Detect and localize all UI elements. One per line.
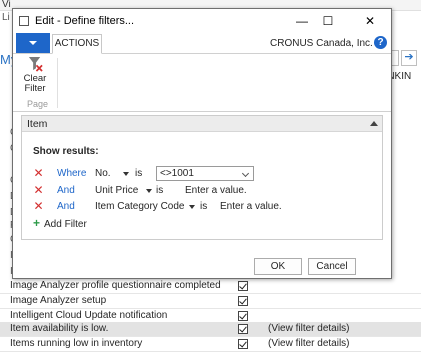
- enabled-checkbox[interactable]: [238, 339, 248, 349]
- table-row[interactable]: Image Analyzer profile questionnaire com…: [0, 279, 421, 294]
- filter-operator: And: [57, 185, 75, 196]
- ribbon-separator: [57, 58, 58, 108]
- dialog-title: Edit - Define filters...: [35, 15, 135, 27]
- filter-value-input[interactable]: <>1001: [156, 166, 254, 181]
- view-filter-details-link[interactable]: (View filter details): [268, 323, 350, 334]
- clear-filter-icon: [28, 56, 43, 72]
- table-row[interactable]: Items running low in inventory (View fil…: [0, 337, 421, 352]
- filter-field-select[interactable]: Item Category Code: [95, 201, 185, 212]
- filter-row: ✕ Where No. is <>1001: [22, 166, 382, 183]
- row-name: Item availability is low.: [10, 323, 109, 334]
- tab-actions[interactable]: ACTIONS: [52, 34, 102, 54]
- show-results-label: Show results:: [33, 146, 99, 157]
- chevron-down-icon[interactable]: [241, 169, 250, 178]
- filter-row: ✕ And Item Category Code is Enter a valu…: [22, 200, 382, 216]
- maximize-icon[interactable]: ☐: [315, 11, 341, 31]
- filter-value-placeholder[interactable]: Enter a value.: [220, 201, 282, 212]
- app-icon: [19, 16, 29, 26]
- chevron-down-icon[interactable]: [123, 172, 129, 176]
- row-name: Image Analyzer profile questionnaire com…: [10, 280, 221, 291]
- filter-operator: Where: [57, 168, 87, 179]
- clear-filter-label-line2: Filter: [24, 83, 46, 94]
- table-row[interactable]: Image Analyzer setup: [0, 294, 421, 309]
- minimize-icon[interactable]: —: [289, 11, 315, 31]
- clear-filter-button[interactable]: Clear Filter: [19, 56, 51, 96]
- enabled-checkbox[interactable]: [238, 296, 248, 306]
- row-name: Image Analyzer setup: [10, 295, 107, 306]
- remove-filter-icon[interactable]: ✕: [33, 200, 44, 212]
- enabled-checkbox[interactable]: [238, 281, 248, 291]
- panel-title: Item: [27, 118, 48, 130]
- add-filter-label: Add Filter: [44, 219, 87, 230]
- filter-is-label: is: [135, 168, 143, 179]
- filter-operator: And: [57, 201, 75, 212]
- collapse-icon[interactable]: [370, 121, 378, 126]
- filter-row: ✕ And Unit Price is Enter a value.: [22, 184, 382, 200]
- toolbar-fragment: Vi: [2, 0, 11, 10]
- panel-header[interactable]: Item: [22, 116, 382, 132]
- view-filter-details-link[interactable]: (View filter details): [268, 338, 350, 349]
- enabled-checkbox[interactable]: [238, 311, 248, 321]
- chevron-down-icon[interactable]: [146, 189, 152, 193]
- chevron-down-icon[interactable]: [189, 205, 195, 209]
- filter-field-select[interactable]: No.: [95, 168, 111, 179]
- filter-panel: Item Show results: ✕ Where No. is <>1001…: [21, 115, 383, 240]
- row-name: Intelligent Cloud Update notification: [10, 310, 168, 321]
- filter-value-placeholder[interactable]: Enter a value.: [185, 185, 247, 196]
- row-name: Items running low in inventory: [10, 338, 143, 349]
- filter-is-label: is: [200, 201, 208, 212]
- plus-icon: +: [33, 216, 41, 230]
- close-icon[interactable]: ✕: [357, 11, 383, 31]
- app-menu-button[interactable]: [16, 33, 50, 53]
- filter-value-text: <>1001: [160, 168, 194, 179]
- ok-button[interactable]: OK: [254, 258, 302, 275]
- enabled-checkbox[interactable]: [238, 324, 248, 334]
- ribbon-tabs: ACTIONS CRONUS Canada, Inc. ?: [13, 32, 391, 54]
- arrow-right-icon[interactable]: ➔: [401, 50, 417, 66]
- toolbar-fragment: Li: [2, 12, 10, 23]
- company-name: CRONUS Canada, Inc.: [270, 38, 373, 49]
- clear-filter-label: Clear Filter: [19, 74, 51, 94]
- remove-filter-icon[interactable]: ✕: [33, 167, 44, 179]
- help-icon[interactable]: ?: [374, 36, 387, 49]
- filter-is-label: is: [156, 185, 164, 196]
- add-filter-button[interactable]: + Add Filter: [33, 216, 87, 230]
- ribbon-group-label: Page: [27, 99, 49, 109]
- table-row[interactable]: Item availability is low. (View filter d…: [0, 322, 421, 337]
- ribbon-body: Clear Filter Page: [13, 54, 391, 112]
- cancel-button[interactable]: Cancel: [308, 258, 356, 275]
- filter-field-select[interactable]: Unit Price: [95, 185, 138, 196]
- define-filters-dialog: Edit - Define filters... — ☐ ✕ ACTIONS C…: [12, 8, 392, 279]
- remove-filter-icon[interactable]: ✕: [33, 184, 44, 196]
- dialog-titlebar: Edit - Define filters... — ☐ ✕: [13, 9, 391, 33]
